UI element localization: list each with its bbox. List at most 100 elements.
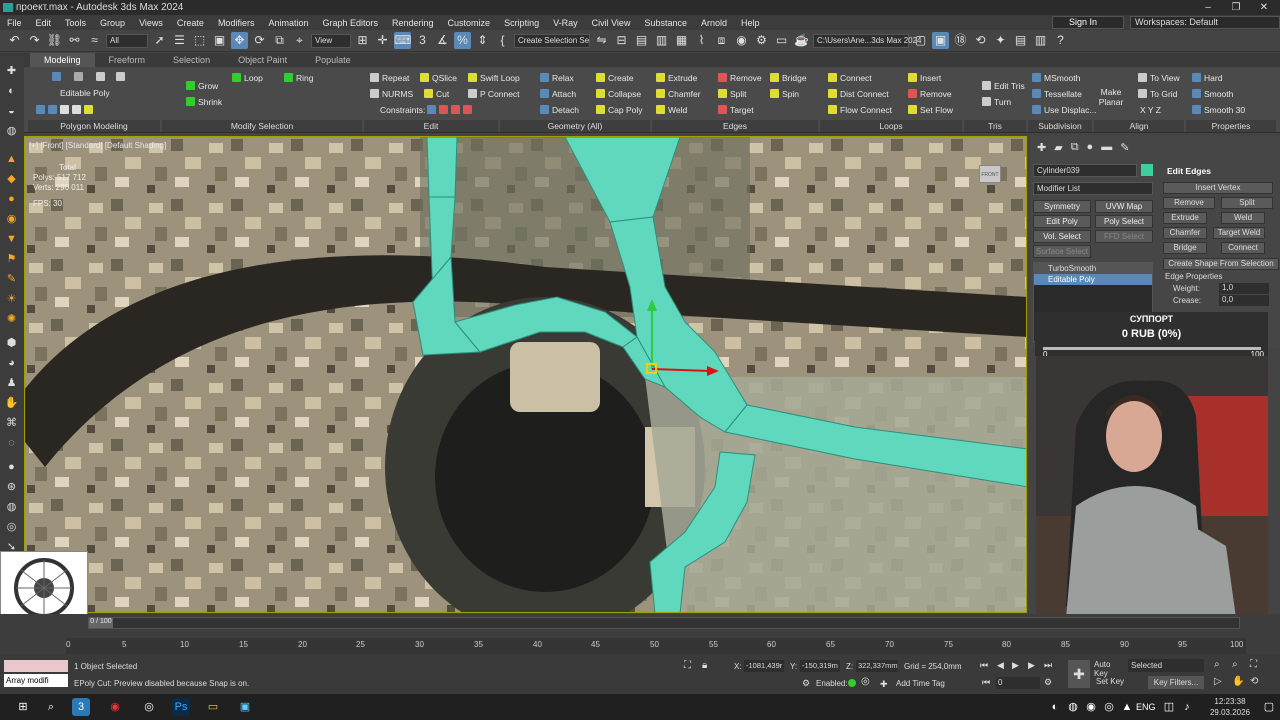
zoom-extents-icon[interactable]: ⛶: [1250, 659, 1257, 670]
grow-button[interactable]: Grow: [186, 80, 218, 92]
key-filters-button[interactable]: Key Filters...: [1148, 676, 1204, 689]
angle-snap-icon[interactable]: ∡: [434, 32, 451, 49]
smooth-button[interactable]: Smooth: [1192, 88, 1233, 100]
split-edge-button[interactable]: Split: [1221, 197, 1273, 209]
menu-arnold[interactable]: Arnold: [694, 18, 734, 28]
ring-button[interactable]: Ring: [284, 72, 313, 84]
y-coord-field[interactable]: -150,319m: [800, 660, 840, 672]
link-icon[interactable]: ⛓: [46, 32, 63, 49]
tray-language[interactable]: ENG: [1136, 698, 1156, 716]
viewport-layout-icon[interactable]: ▣: [932, 32, 949, 49]
lasso-icon[interactable]: ◌: [4, 436, 19, 451]
use-displacement-button[interactable]: Use Displac...: [1032, 104, 1096, 116]
search-icon[interactable]: ⌕: [42, 698, 60, 716]
swift-loop-button[interactable]: Swift Loop: [468, 72, 520, 84]
zoom-icon[interactable]: ⌕: [1214, 659, 1220, 670]
extrude-button[interactable]: Extrude: [656, 72, 697, 84]
enabled-toggle[interactable]: [848, 679, 856, 687]
modify-icon[interactable]: ◐: [4, 84, 19, 99]
cap-poly-button[interactable]: Cap Poly: [596, 104, 643, 116]
properties-footer[interactable]: Properties: [1186, 120, 1276, 132]
selection-lock-icon[interactable]: ⛶: [684, 660, 691, 671]
set-keys-icon[interactable]: ✚: [1068, 660, 1090, 688]
msmooth-button[interactable]: MSmooth: [1032, 72, 1080, 84]
motion-icon[interactable]: ◍: [4, 124, 19, 139]
notifications-icon[interactable]: ▢: [1260, 698, 1278, 716]
to-grid-button[interactable]: To Grid: [1138, 88, 1177, 100]
selection-filter-dropdown[interactable]: All: [106, 33, 148, 48]
explorer-icon[interactable]: ▭: [204, 698, 222, 716]
shrink-button[interactable]: Shrink: [186, 96, 222, 108]
extrude-edge-button[interactable]: Extrude: [1163, 212, 1207, 224]
p-connect-button[interactable]: P Connect: [468, 88, 520, 100]
light-icon[interactable]: ✺: [4, 312, 19, 327]
clock[interactable]: 12:23:38 29.03.2026: [1200, 696, 1260, 718]
remove-button[interactable]: Remove: [1163, 197, 1215, 209]
tab-freeform[interactable]: Freeform: [95, 53, 160, 67]
ffd-select-button[interactable]: FFD Select: [1095, 230, 1153, 243]
z-coord-field[interactable]: 322,337mm: [856, 660, 898, 672]
unlink-icon[interactable]: ⚯: [66, 32, 83, 49]
vol-select-button[interactable]: Vol. Select: [1033, 230, 1091, 243]
tab-object-paint[interactable]: Object Paint: [224, 53, 301, 67]
modify-tab-icon[interactable]: ▰: [1054, 141, 1062, 154]
figure-icon[interactable]: ♟: [4, 376, 19, 391]
menu-edit[interactable]: Edit: [29, 18, 59, 28]
constraint-icons[interactable]: [427, 104, 475, 116]
connect-button[interactable]: Connect: [828, 72, 872, 84]
brush-icon[interactable]: ✎: [4, 272, 19, 287]
insert-loop-button[interactable]: Insert: [908, 72, 941, 84]
tab-selection[interactable]: Selection: [159, 53, 224, 67]
loops-footer[interactable]: Loops: [820, 120, 962, 132]
attach-button[interactable]: Attach: [540, 88, 576, 100]
photoshop-icon[interactable]: Ps: [172, 698, 190, 716]
play-icon[interactable]: ▶︎: [1012, 660, 1019, 671]
preserve-uvs-icon[interactable]: [36, 104, 96, 116]
cut-button[interactable]: Cut: [424, 88, 449, 100]
obs-icon[interactable]: ◎: [140, 698, 158, 716]
tray-icon-4[interactable]: ◎: [1100, 698, 1118, 716]
weld-button[interactable]: Weld: [656, 104, 687, 116]
detach-button[interactable]: Detach: [540, 104, 579, 116]
curve-editor-icon[interactable]: ⌇: [693, 32, 710, 49]
refresh-icon[interactable]: ⟲: [972, 32, 989, 49]
snaps-toggle-icon[interactable]: 3: [414, 32, 431, 49]
object-color-swatch[interactable]: [1141, 164, 1153, 176]
flow-connect-button[interactable]: Flow Connect: [828, 104, 892, 116]
create-tab-icon[interactable]: ✚: [1037, 141, 1046, 154]
poly-select-button[interactable]: Poly Select: [1095, 215, 1153, 228]
select-manipulate-icon[interactable]: ✛: [374, 32, 391, 49]
ribbon-toggle-icon[interactable]: ▦: [673, 32, 690, 49]
sign-in-button[interactable]: Sign In: [1052, 16, 1124, 29]
tab-modeling[interactable]: Modeling: [30, 53, 95, 67]
move-icon[interactable]: ✥: [231, 32, 248, 49]
minimize-icon[interactable]: –: [1194, 0, 1222, 15]
tray-icon-2[interactable]: ◍: [1064, 698, 1082, 716]
weld-edge-button[interactable]: Weld: [1221, 212, 1265, 224]
menu-animation[interactable]: Animation: [261, 18, 315, 28]
track-bar[interactable]: 0 5 10 15 20 25 30 35 40 45 50 55 60 65 …: [66, 638, 1246, 654]
collapse-button[interactable]: Collapse: [596, 88, 641, 100]
populate-icon[interactable]: ▼: [4, 232, 19, 247]
modify-selection-footer[interactable]: Modify Selection: [162, 120, 362, 132]
tray-icon-5[interactable]: ▲: [1118, 698, 1136, 716]
qslice-button[interactable]: QSlice: [420, 72, 457, 84]
create-shape-button[interactable]: Create Shape From Selection: [1163, 258, 1279, 270]
fov-icon[interactable]: ▷: [1214, 676, 1222, 687]
reference-thumbnail[interactable]: [0, 551, 88, 623]
menu-tools[interactable]: Tools: [58, 18, 93, 28]
ball-icon[interactable]: ●: [4, 460, 19, 475]
edit-poly-button[interactable]: Edit Poly: [1033, 215, 1091, 228]
scale-icon[interactable]: ⧉: [271, 32, 288, 49]
display-tab-icon[interactable]: ▬: [1101, 141, 1112, 153]
maxscript-input[interactable]: Array modifi: [4, 674, 68, 687]
spin-button[interactable]: Spin: [770, 88, 799, 100]
hierarchy-tab-icon[interactable]: ⧉: [1071, 141, 1079, 154]
menu-vray[interactable]: V-Ray: [546, 18, 585, 28]
menu-modifiers[interactable]: Modifiers: [211, 18, 262, 28]
edit-named-sets-icon[interactable]: {: [494, 32, 511, 49]
spinner-snap-icon[interactable]: ⇕: [474, 32, 491, 49]
reference-coord-dropdown[interactable]: View: [311, 33, 351, 48]
viewport-front[interactable]: [+] [Front] [Standard] [Default Shading]…: [24, 136, 1027, 613]
layer-explorer-icon[interactable]: ▥: [653, 32, 670, 49]
